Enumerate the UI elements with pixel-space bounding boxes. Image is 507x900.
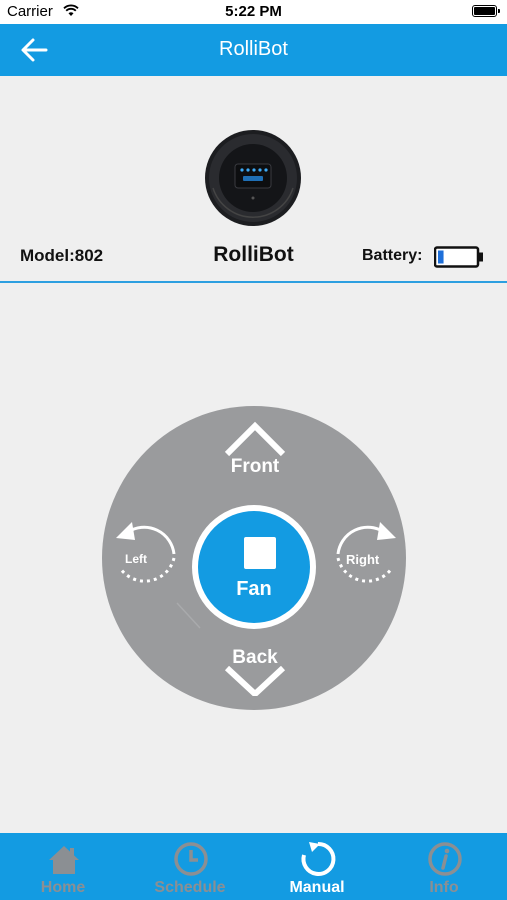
page-title: RolliBot bbox=[219, 38, 288, 60]
fan-button[interactable]: Fan bbox=[192, 505, 316, 629]
tab-schedule-label: Schedule bbox=[154, 879, 226, 896]
home-icon bbox=[49, 846, 79, 874]
chevron-down-icon bbox=[224, 666, 286, 696]
rotate-right-icon bbox=[336, 522, 396, 583]
tab-info[interactable]: Info bbox=[381, 833, 507, 900]
nav-bar: RolliBot bbox=[0, 24, 507, 76]
info-icon bbox=[428, 842, 462, 876]
tab-manual-label: Manual bbox=[289, 879, 345, 896]
clock-icon bbox=[174, 842, 208, 876]
rotate-left-icon bbox=[116, 522, 176, 583]
refresh-icon bbox=[301, 841, 336, 876]
stop-square-icon bbox=[244, 537, 276, 569]
fan-label: Fan bbox=[236, 578, 272, 600]
tab-info-label: Info bbox=[429, 879, 459, 896]
rotate-right-button[interactable]: Right bbox=[326, 510, 406, 590]
tab-bar: Home Schedule Manual Info bbox=[0, 833, 507, 900]
tab-manual[interactable]: Manual bbox=[254, 833, 380, 900]
front-button[interactable]: Front bbox=[215, 420, 295, 480]
battery-level-icon bbox=[434, 246, 483, 268]
chevron-up-icon bbox=[224, 421, 286, 457]
battery-label: Battery: bbox=[362, 247, 423, 264]
left-label: Left bbox=[125, 552, 147, 566]
robot-name: RolliBot bbox=[213, 243, 294, 266]
front-label: Front bbox=[230, 456, 280, 477]
rotate-left-button[interactable]: Left bbox=[108, 510, 183, 590]
right-label: Right bbox=[346, 552, 380, 567]
tab-schedule[interactable]: Schedule bbox=[127, 833, 253, 900]
tab-home-label: Home bbox=[40, 879, 86, 896]
clock-label: 5:22 PM bbox=[225, 3, 282, 20]
robot-vacuum-icon bbox=[205, 130, 301, 226]
header-divider bbox=[0, 281, 507, 283]
fan-button-face: Fan bbox=[198, 511, 310, 623]
back-button[interactable]: Back bbox=[215, 640, 295, 700]
status-bar: Carrier 5:22 PM bbox=[0, 0, 507, 24]
tab-home[interactable]: Home bbox=[0, 833, 126, 900]
battery-icon bbox=[472, 5, 500, 17]
